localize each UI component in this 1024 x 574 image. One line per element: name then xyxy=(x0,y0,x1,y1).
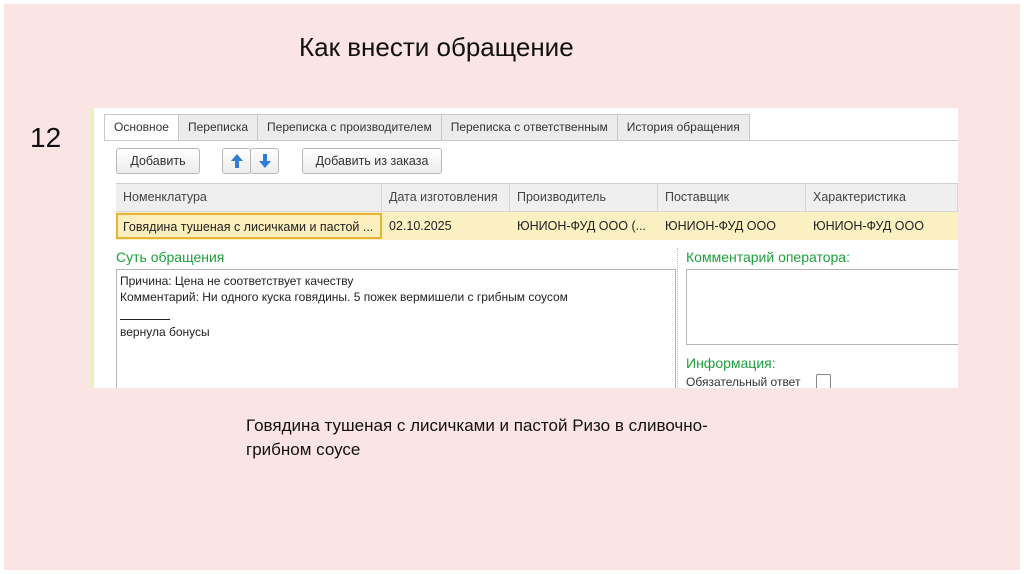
slide-title: Как внести обращение xyxy=(299,32,574,62)
operator-comment-title: Комментарий оператора: xyxy=(686,249,850,265)
items-table: Номенклатура Дата изготовления Производи… xyxy=(116,183,958,240)
tab-request-history[interactable]: История обращения xyxy=(617,114,750,140)
tab-correspondence-responsible[interactable]: Переписка с ответственным xyxy=(441,114,618,140)
move-down-button[interactable] xyxy=(250,148,279,174)
column-header-manufacturer[interactable]: Производитель xyxy=(510,184,658,211)
column-header-production-date[interactable]: Дата изготовления xyxy=(382,184,510,211)
cell-production-date[interactable]: 02.10.2025 xyxy=(382,212,510,240)
arrow-up-icon xyxy=(231,154,243,168)
essence-title: Суть обращения xyxy=(116,249,225,265)
essence-textarea[interactable]: Причина: Цена не соответствует качеству … xyxy=(116,269,676,388)
move-up-button[interactable] xyxy=(222,148,251,174)
add-from-order-button[interactable]: Добавить из заказа xyxy=(302,148,442,174)
required-reply-checkbox[interactable] xyxy=(816,374,831,388)
essence-line-bonus: вернула бонусы xyxy=(120,325,210,339)
tab-correspondence[interactable]: Переписка xyxy=(178,114,259,140)
panel-edge xyxy=(90,108,94,388)
column-header-supplier[interactable]: Поставщик xyxy=(658,184,806,211)
table-row[interactable]: Говядина тушеная с лисичками и пастой ..… xyxy=(116,212,958,240)
operator-comment-textarea[interactable] xyxy=(686,269,958,345)
column-separator xyxy=(677,248,678,388)
tab-divider xyxy=(104,140,958,141)
tab-main[interactable]: Основное xyxy=(104,114,179,141)
signature-line xyxy=(120,305,170,320)
slide-caption: Говядина тушеная с лисичками и пастой Ри… xyxy=(246,416,708,459)
arrow-down-icon xyxy=(259,154,271,168)
column-header-characteristic[interactable]: Характеристика xyxy=(806,184,958,211)
tab-correspondence-manufacturer[interactable]: Переписка с производителем xyxy=(258,114,442,140)
tab-bar: Основное Переписка Переписка с производи… xyxy=(104,114,750,141)
add-button[interactable]: Добавить xyxy=(116,148,200,174)
required-reply-label: Обязательный ответ xyxy=(686,375,801,388)
form-screenshot: Основное Переписка Переписка с производи… xyxy=(90,108,958,388)
slide-number: 12 xyxy=(30,122,62,153)
cell-nomenclature[interactable]: Говядина тушеная с лисичками и пастой ..… xyxy=(116,213,382,239)
cell-characteristic[interactable]: ЮНИОН-ФУД ООО xyxy=(806,212,958,240)
cell-supplier[interactable]: ЮНИОН-ФУД ООО xyxy=(658,212,806,240)
column-header-nomenclature[interactable]: Номенклатура xyxy=(116,184,382,211)
table-header: Номенклатура Дата изготовления Производи… xyxy=(116,184,958,212)
essence-line-comment: Комментарий: Ни одного куска говядины. 5… xyxy=(120,290,568,304)
info-title: Информация: xyxy=(686,355,776,371)
essence-line-reason: Причина: Цена не соответствует качеству xyxy=(120,274,354,288)
cell-manufacturer[interactable]: ЮНИОН-ФУД ООО (... xyxy=(510,212,658,240)
